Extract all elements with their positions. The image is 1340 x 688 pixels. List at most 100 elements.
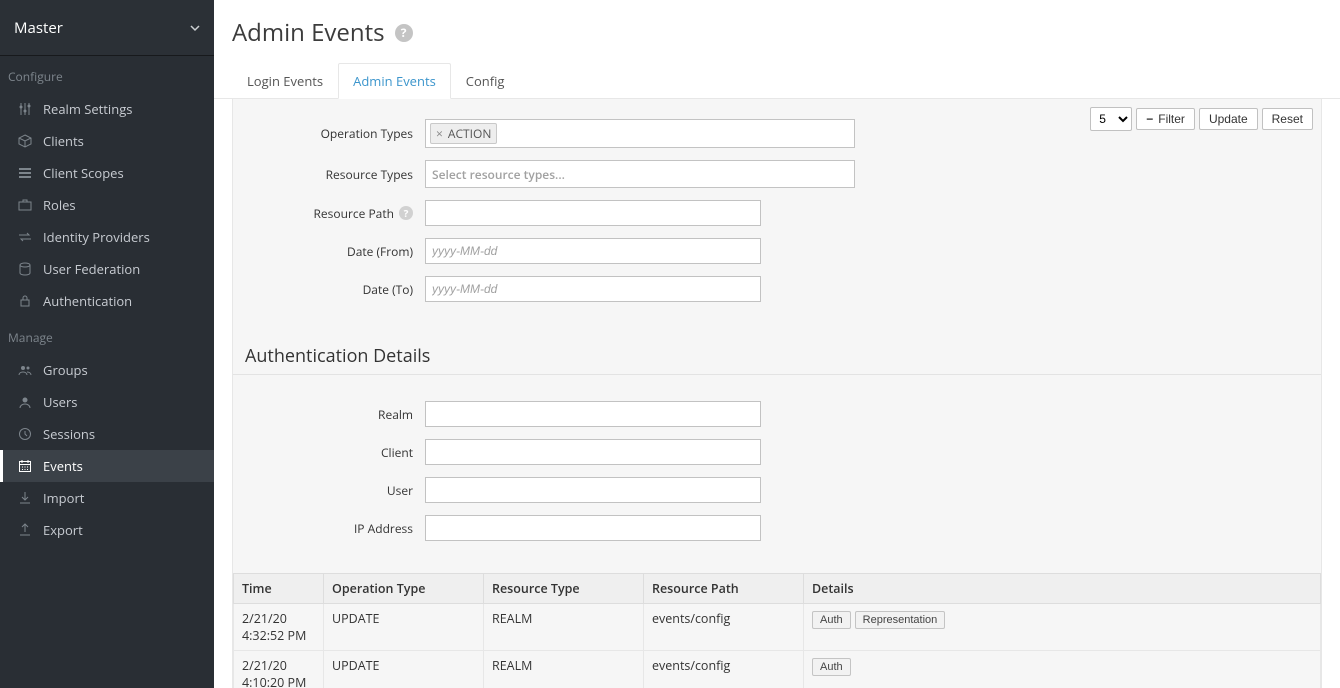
col-operation-type: Operation Type [324,574,484,604]
sidebar: Master Configure Realm Settings Clients … [0,0,214,688]
sidebar-item-import[interactable]: Import [0,482,214,514]
col-time: Time [234,574,324,604]
resource-types-placeholder: Select resource types... [430,166,565,183]
resource-types-label: Resource Types [241,166,425,183]
sidebar-item-groups[interactable]: Groups [0,354,214,386]
sidebar-item-label: Client Scopes [43,164,124,182]
tabs: Login Events Admin Events Config [214,63,1340,99]
sidebar-item-label: Export [43,521,83,539]
table-row: 2/21/204:10:20 PMUPDATEREALMevents/confi… [234,651,1321,688]
operation-types-label: Operation Types [241,125,425,142]
sliders-icon [17,102,33,116]
resource-path-label: Resource Path ? [241,205,425,222]
col-resource-path: Resource Path [644,574,804,604]
sidebar-item-label: Clients [43,132,84,150]
sidebar-item-label: Import [43,489,84,507]
realm-selector[interactable]: Master [0,0,214,56]
resource-types-input[interactable]: Select resource types... [425,160,855,188]
sidebar-item-label: Identity Providers [43,228,150,246]
realm-input[interactable] [425,401,761,427]
representation-button[interactable]: Representation [855,611,946,629]
sidebar-item-realm-settings[interactable]: Realm Settings [0,93,214,125]
sidebar-item-label: Sessions [43,425,95,443]
sidebar-item-users[interactable]: Users [0,386,214,418]
page-title: Admin Events ? [232,16,1322,49]
events-table: Time Operation Type Resource Type Resour… [233,573,1321,688]
tab-admin-events[interactable]: Admin Events [338,63,451,99]
help-icon[interactable]: ? [395,24,413,42]
cell-resource-path: events/config [644,604,804,651]
user-icon [17,395,33,409]
cell-operation-type: UPDATE [324,604,484,651]
sidebar-item-client-scopes[interactable]: Client Scopes [0,157,214,189]
cell-details: Auth [804,651,1321,688]
sidebar-item-label: Groups [43,361,88,379]
remove-pill-icon[interactable]: × [436,125,443,142]
auth-button[interactable]: Auth [812,611,851,629]
operation-type-pill[interactable]: × ACTION [430,123,497,144]
page-title-text: Admin Events [232,16,385,49]
reset-button[interactable]: Reset [1262,108,1313,130]
chevron-down-icon [190,23,200,33]
nav-section-configure: Configure [0,56,214,93]
client-input[interactable] [425,439,761,465]
sidebar-item-clients[interactable]: Clients [0,125,214,157]
pill-label: ACTION [448,125,491,142]
realm-label: Realm [241,406,425,423]
top-toolbar: 5 − Filter Update Reset [1090,107,1313,131]
sidebar-item-user-federation[interactable]: User Federation [0,253,214,285]
sidebar-item-label: User Federation [43,260,140,278]
sidebar-item-sessions[interactable]: Sessions [0,418,214,450]
sidebar-item-events[interactable]: Events [0,450,214,482]
client-label: Client [241,444,425,461]
page-size-select[interactable]: 5 [1090,107,1132,131]
database-icon [17,262,33,276]
cell-time: 2/21/204:10:20 PM [234,651,324,688]
update-button[interactable]: Update [1199,108,1258,130]
ip-input[interactable] [425,515,761,541]
minus-icon: − [1146,112,1153,126]
sidebar-item-label: Events [43,457,83,475]
cell-time: 2/21/204:32:52 PM [234,604,324,651]
tab-login-events[interactable]: Login Events [232,63,338,99]
resource-path-input[interactable] [425,200,761,226]
collapse-filter-button[interactable]: − Filter [1136,108,1195,130]
tab-config[interactable]: Config [451,63,520,99]
cell-details: AuthRepresentation [804,604,1321,651]
sidebar-item-authentication[interactable]: Authentication [0,285,214,317]
filter-panel: 5 − Filter Update Reset Operation Types [232,99,1322,688]
clock-icon [17,427,33,441]
main-content: Admin Events ? Login Events Admin Events… [214,0,1340,688]
date-from-label: Date (From) [241,243,425,260]
date-from-input[interactable] [425,238,761,264]
import-icon [17,491,33,505]
realm-title: Master [14,18,63,38]
col-resource-type: Resource Type [484,574,644,604]
user-label: User [241,482,425,499]
operation-types-input[interactable]: × ACTION [425,119,855,148]
cell-resource-type: REALM [484,604,644,651]
nav-section-manage: Manage [0,317,214,354]
sidebar-item-label: Authentication [43,292,132,310]
ip-label: IP Address [241,520,425,537]
sidebar-item-label: Users [43,393,77,411]
date-to-input[interactable] [425,276,761,302]
cell-resource-path: events/config [644,651,804,688]
lock-icon [17,294,33,308]
calendar-icon [17,459,33,473]
exchange-icon [17,230,33,244]
users-icon [17,363,33,377]
help-icon[interactable]: ? [399,206,413,220]
col-details: Details [804,574,1321,604]
date-to-label: Date (To) [241,281,425,298]
sidebar-item-export[interactable]: Export [0,514,214,546]
auth-button[interactable]: Auth [812,658,851,676]
user-input[interactable] [425,477,761,503]
briefcase-icon [17,198,33,212]
table-row: 2/21/204:32:52 PMUPDATEREALMevents/confi… [234,604,1321,651]
sidebar-item-roles[interactable]: Roles [0,189,214,221]
auth-details-header: Authentication Details [233,334,1321,375]
sidebar-item-identity-providers[interactable]: Identity Providers [0,221,214,253]
list-icon [17,166,33,180]
filter-label: Filter [1158,112,1185,126]
